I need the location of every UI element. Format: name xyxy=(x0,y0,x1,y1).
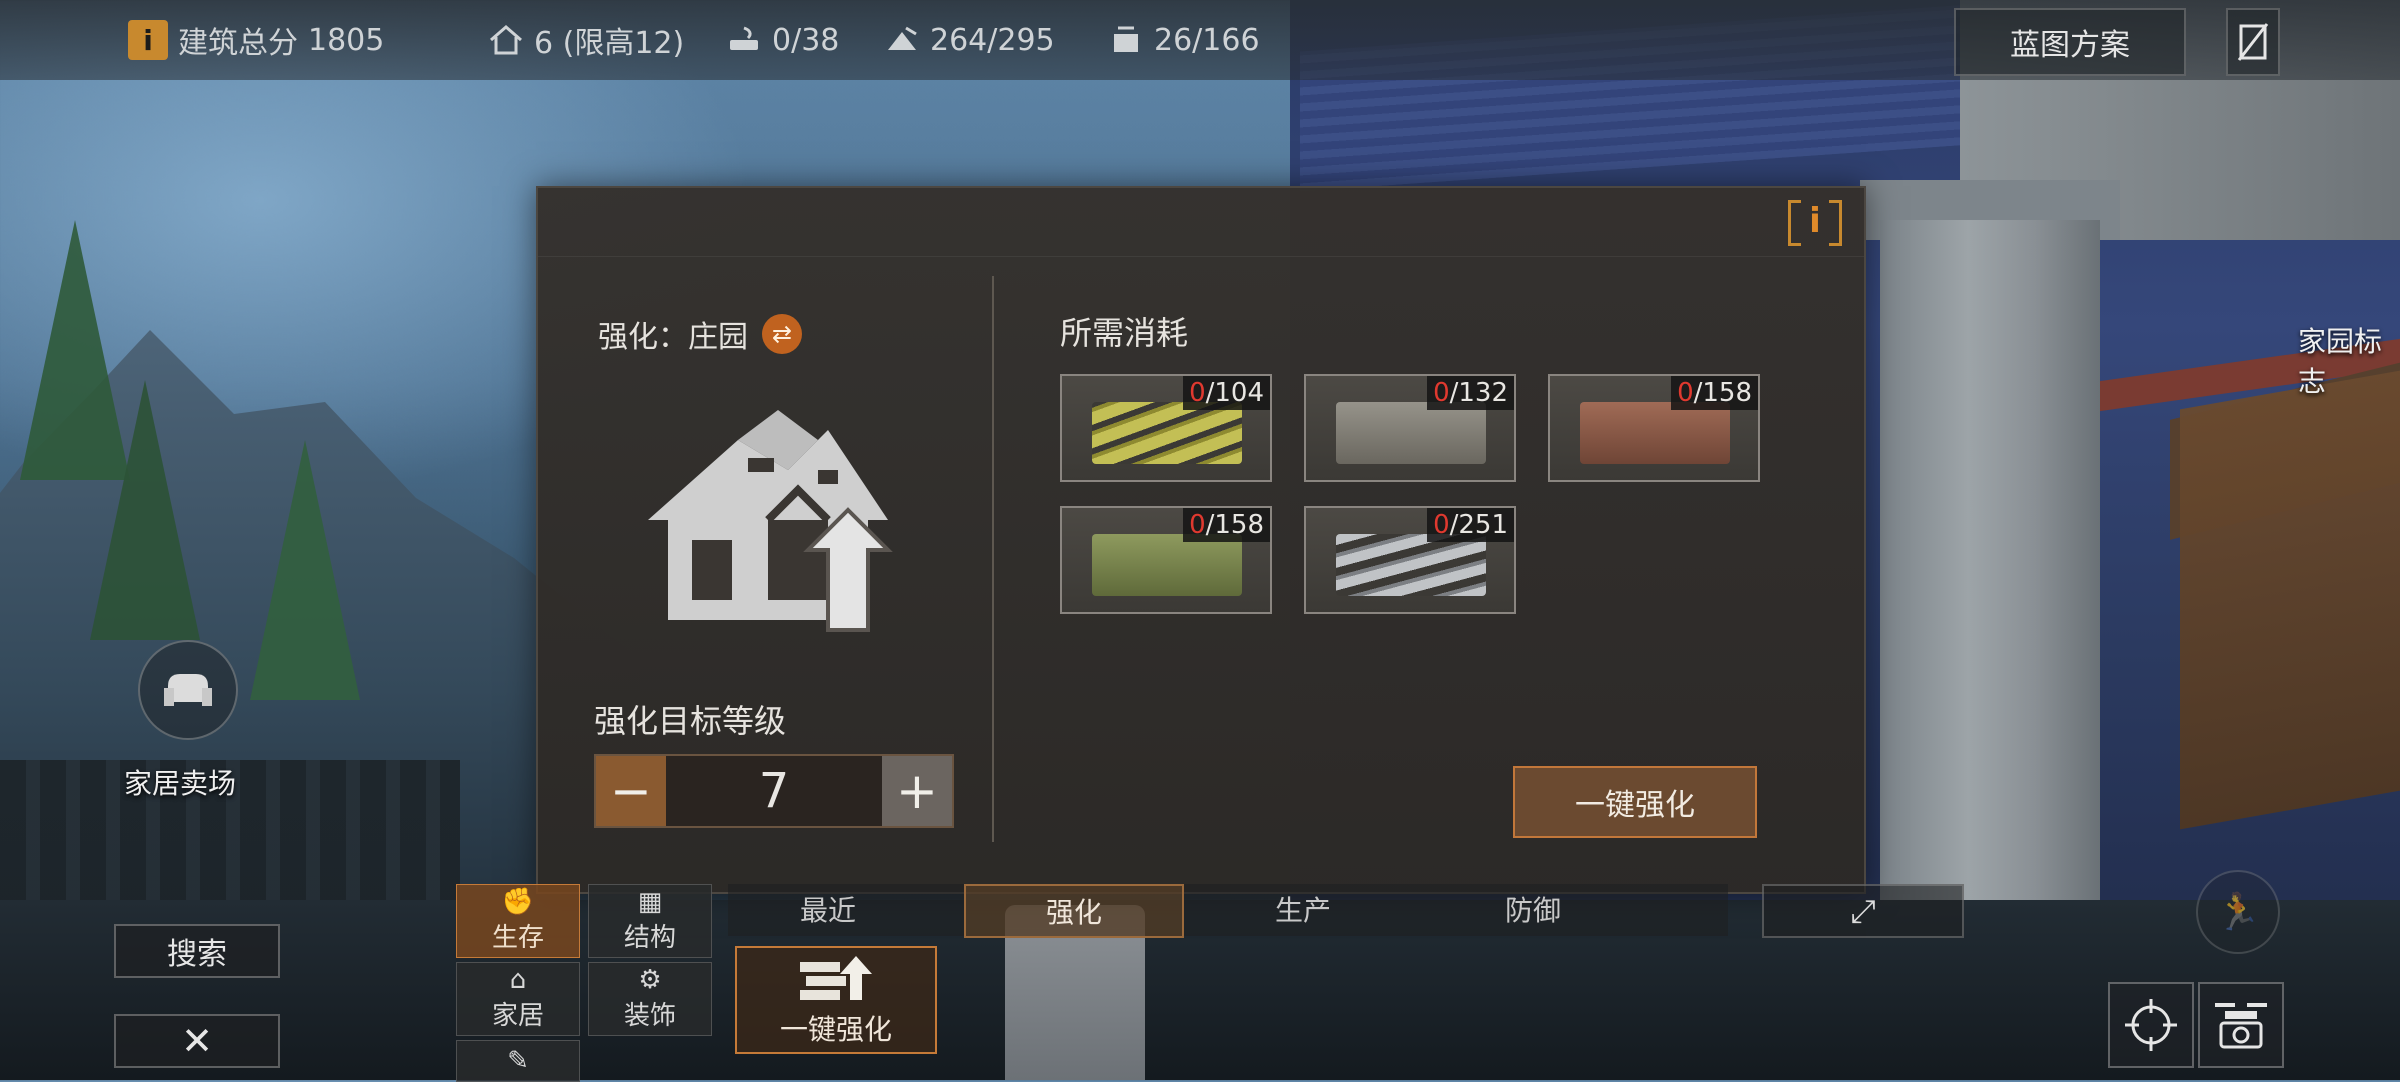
top-hud: i 建筑总分 1805 6 (限高12) 0/38 264/295 26/166… xyxy=(0,0,2400,80)
structure-icon: ▦ xyxy=(637,886,663,917)
run-button[interactable]: 🏃 xyxy=(2196,870,2280,954)
chair-icon: ⌂ xyxy=(509,964,527,995)
required-cost-title: 所需消耗 xyxy=(1060,314,1189,352)
info-icon: i xyxy=(128,20,168,60)
gear-icon: ⚙ xyxy=(638,964,662,995)
material-quantity: 0/158 xyxy=(1671,376,1758,410)
floor-count: 6 (限高12) xyxy=(488,18,684,62)
decrease-level-button[interactable]: − xyxy=(596,756,666,826)
expand-icon: ⤢ xyxy=(1850,891,1876,930)
upgrade-target-label: 强化：庄园 xyxy=(598,320,748,355)
hide-icon xyxy=(2237,23,2269,61)
build-stat-icon xyxy=(1108,24,1144,56)
stat-a: 0/38 xyxy=(726,18,839,62)
material-quantity: 0/132 xyxy=(1427,376,1514,410)
close-button[interactable]: ✕ xyxy=(114,1014,280,1068)
furniture-market-button[interactable] xyxy=(138,640,238,740)
stat-b-value: 264/295 xyxy=(930,22,1055,58)
run-icon: 🏃 xyxy=(2215,892,2261,933)
wood-planks-icon xyxy=(1092,402,1242,464)
one-click-upgrade-slot[interactable]: 一键强化 xyxy=(735,946,937,1054)
build-tabs: 最近 强化 生产 防御 xyxy=(728,884,1728,938)
category-decoration[interactable]: ⚙ 装饰 xyxy=(588,962,712,1036)
swap-icon[interactable]: ⇄ xyxy=(762,314,802,354)
category-survival[interactable]: ✊ 生存 xyxy=(456,884,580,958)
pine-tree xyxy=(90,380,200,640)
brick-block-icon xyxy=(1580,402,1730,464)
tab-defense[interactable]: 防御 xyxy=(1428,884,1638,934)
material-quantity: 0/251 xyxy=(1427,508,1514,542)
category-label: 家居 xyxy=(491,1000,544,1031)
floor-count-value: 6 (限高12) xyxy=(534,26,685,61)
blueprint-button[interactable]: 蓝图方案 xyxy=(1954,8,2186,76)
drone-camera-icon xyxy=(2215,1003,2267,1049)
manor-house-icon xyxy=(628,410,908,640)
category-more[interactable]: ✎ xyxy=(456,1040,580,1082)
material-quantity: 0/158 xyxy=(1183,508,1270,542)
score-value: 1805 xyxy=(308,22,385,58)
material-quantity: 0/104 xyxy=(1183,376,1270,410)
target-level-value: 7 xyxy=(758,763,790,819)
material-slot-steel[interactable]: 0/251 xyxy=(1304,506,1516,614)
build-stat-icon xyxy=(884,24,920,56)
steel-bars-icon xyxy=(1336,534,1486,596)
stat-a-value: 0/38 xyxy=(772,22,840,58)
hide-ui-button[interactable] xyxy=(2226,8,2280,76)
material-slot-concrete[interactable]: 0/158 xyxy=(1060,506,1272,614)
stat-b: 264/295 xyxy=(884,18,1055,62)
drone-camera-button[interactable] xyxy=(2198,982,2284,1068)
stat-c: 26/166 xyxy=(1108,18,1260,62)
stone-block-icon xyxy=(1336,402,1486,464)
home-sign-board xyxy=(2180,370,2400,830)
material-slot-wood[interactable]: 0/104 xyxy=(1060,374,1272,482)
info-icon[interactable]: i xyxy=(1788,200,1842,246)
house-icon xyxy=(488,24,524,56)
target-level-label: 强化目标等级 xyxy=(594,702,787,740)
fist-icon: ✊ xyxy=(501,886,535,917)
one-click-upgrade-slot-label: 一键强化 xyxy=(779,1013,892,1046)
upgrade-target: 强化：庄园 ⇄ xyxy=(598,312,802,356)
expand-button[interactable]: ⤢ xyxy=(1762,884,1964,938)
material-slot-stone[interactable]: 0/132 xyxy=(1304,374,1516,482)
tab-recent[interactable]: 最近 xyxy=(728,884,928,934)
home-sign-label: 家园标志 xyxy=(2298,325,2383,398)
search-button[interactable]: 搜索 xyxy=(114,924,280,978)
pine-tree xyxy=(250,440,360,700)
category-label: 结构 xyxy=(623,922,676,953)
score-label: 建筑总分 xyxy=(178,26,298,61)
locate-button[interactable] xyxy=(2108,982,2194,1068)
tab-upgrade[interactable]: 强化 xyxy=(964,884,1184,938)
pencil-icon: ✎ xyxy=(507,1046,529,1076)
divider xyxy=(992,276,994,842)
sofa-icon xyxy=(164,674,212,706)
increase-level-button[interactable]: + xyxy=(882,756,952,826)
tab-production[interactable]: 生产 xyxy=(1198,884,1408,934)
dialog-header: i xyxy=(538,188,1864,257)
category-label: 生存 xyxy=(491,922,544,953)
build-stat-icon xyxy=(726,24,762,56)
concrete-block-icon xyxy=(1092,534,1242,596)
upgrade-dialog: i 强化：庄园 ⇄ 强化目标等级 − 7 + 所需消耗 0/104 0/132 xyxy=(536,186,1866,894)
building-score[interactable]: i 建筑总分 1805 xyxy=(128,18,384,62)
category-furniture[interactable]: ⌂ 家居 xyxy=(456,962,580,1036)
category-structure[interactable]: ▦ 结构 xyxy=(588,884,712,958)
material-slot-brick[interactable]: 0/158 xyxy=(1548,374,1760,482)
crosshair-icon xyxy=(2125,999,2177,1051)
one-click-upgrade-button[interactable]: 一键强化 xyxy=(1513,766,1757,838)
brick-upgrade-icon xyxy=(800,956,872,1000)
furniture-market-label: 家居卖场 xyxy=(124,767,237,800)
category-label: 装饰 xyxy=(623,1000,676,1031)
stat-c-value: 26/166 xyxy=(1154,22,1260,58)
level-stepper: − 7 + xyxy=(594,754,954,828)
